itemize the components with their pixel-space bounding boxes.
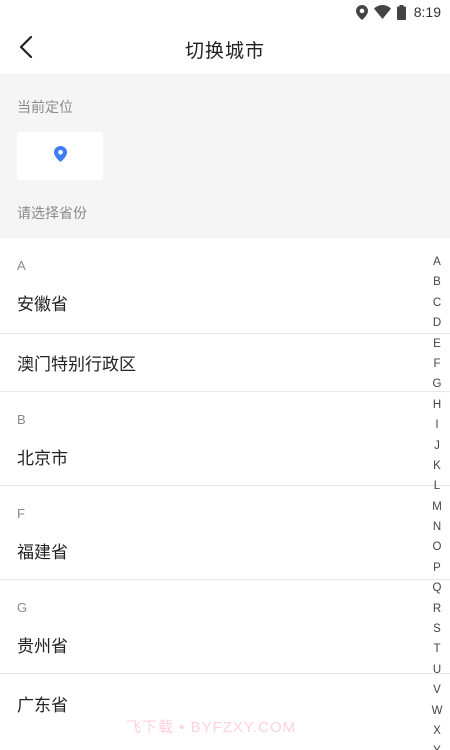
location-icon <box>355 4 368 20</box>
back-button[interactable] <box>10 33 42 65</box>
index-letter-s[interactable]: S <box>433 619 441 639</box>
index-letter-r[interactable]: R <box>433 599 441 619</box>
page-title: 切换城市 <box>184 39 265 62</box>
index-letter-n[interactable]: N <box>433 517 441 537</box>
province-item-anhui[interactable]: 安徽省 <box>0 290 450 334</box>
index-letter-t[interactable]: T <box>433 639 440 659</box>
index-letter-l[interactable]: L <box>434 476 440 496</box>
battery-icon <box>396 4 406 20</box>
index-letter-q[interactable]: Q <box>433 578 442 598</box>
status-time: 8:19 <box>413 4 441 20</box>
nav-bar: 切换城市 <box>0 24 450 74</box>
wifi-icon <box>373 5 391 19</box>
screen: 8:19 切换城市 当前定位 请选择省份 A 安徽省 澳门特别行政区 B 北京市… <box>0 0 450 750</box>
alphabet-index-bar[interactable]: A B C D E F G H I J K L M N O P Q R S T … <box>430 252 444 750</box>
index-letter-d[interactable]: D <box>433 313 441 333</box>
location-pin-icon <box>53 146 67 166</box>
province-item-beijing[interactable]: 北京市 <box>0 444 450 486</box>
index-letter-i[interactable]: I <box>435 415 438 435</box>
index-letter-u[interactable]: U <box>433 660 441 680</box>
index-letter-b[interactable]: B <box>433 272 441 292</box>
group-header-b: B <box>17 412 26 427</box>
group-header-f: F <box>17 506 25 521</box>
index-letter-j[interactable]: J <box>434 436 440 456</box>
index-letter-x[interactable]: X <box>433 721 441 741</box>
current-location-button[interactable] <box>17 132 103 180</box>
province-list: A 安徽省 澳门特别行政区 B 北京市 F 福建省 G 贵州省 广东省 <box>0 238 450 732</box>
index-letter-f[interactable]: F <box>433 354 440 374</box>
index-letter-k[interactable]: K <box>433 456 441 476</box>
index-letter-g[interactable]: G <box>433 374 442 394</box>
index-letter-v[interactable]: V <box>433 680 441 700</box>
province-item-guizhou[interactable]: 贵州省 <box>0 632 450 674</box>
index-letter-o[interactable]: O <box>433 537 442 557</box>
index-letter-e[interactable]: E <box>433 334 441 354</box>
watermark: 飞下载 • BYFZXY.COM <box>126 719 297 736</box>
index-letter-w[interactable]: W <box>432 701 443 721</box>
index-letter-p[interactable]: P <box>433 558 441 578</box>
index-letter-a[interactable]: A <box>433 252 441 272</box>
index-letter-y[interactable]: Y <box>433 741 441 750</box>
choose-province-label: 请选择省份 <box>17 206 87 222</box>
group-header-a: A <box>17 258 26 273</box>
back-arrow-icon <box>19 35 33 62</box>
group-header-g: G <box>17 600 28 615</box>
index-letter-m[interactable]: M <box>432 497 442 517</box>
location-panel: 当前定位 请选择省份 <box>0 74 450 238</box>
status-bar: 8:19 <box>0 0 450 24</box>
index-letter-c[interactable]: C <box>433 293 441 313</box>
province-item-macau[interactable]: 澳门特别行政区 <box>0 334 450 392</box>
current-location-label: 当前定位 <box>17 100 73 116</box>
province-item-fujian[interactable]: 福建省 <box>0 538 450 580</box>
index-letter-h[interactable]: H <box>433 395 441 415</box>
